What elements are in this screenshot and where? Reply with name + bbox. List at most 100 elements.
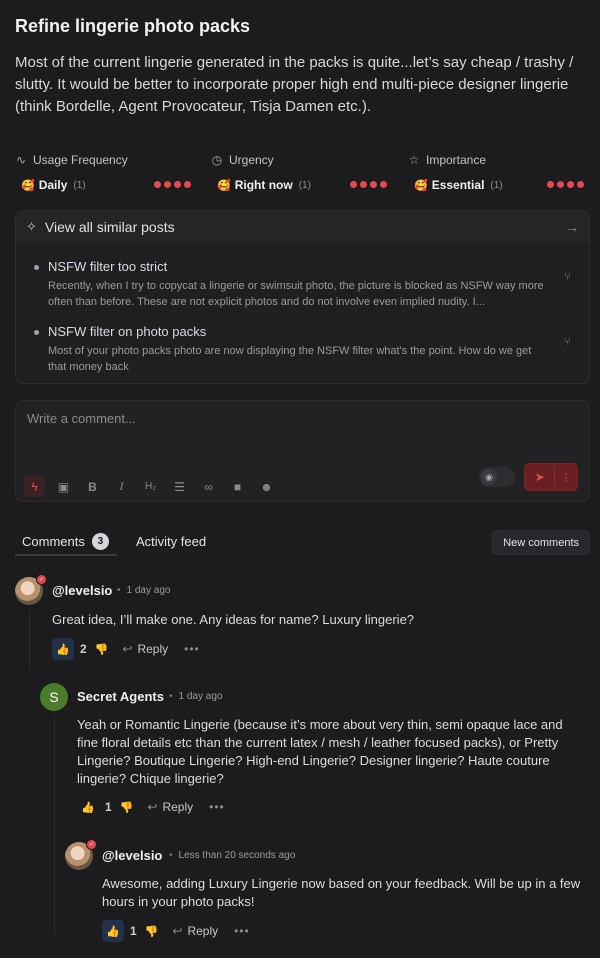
meta-urgency: ◷ Urgency 🥰 Right now (1) [211, 150, 393, 196]
meta-value: Daily [38, 178, 68, 192]
comment-tabs: Comments 3 Activity feed New comments [15, 528, 590, 556]
meta-value: Essential [431, 178, 485, 192]
editor-toolbar: ϟ ▣ B I H₂ ☰ ∞ ■ ☻ [24, 476, 277, 497]
merge-icon[interactable]: ⑂ [564, 336, 571, 348]
rating-dots [547, 181, 584, 188]
comment-author[interactable]: @levelsio [102, 848, 162, 863]
eye-icon: ◉ [481, 469, 497, 485]
meta-count: (1) [73, 179, 86, 191]
face-emoji-icon: 🥰 [21, 179, 35, 192]
meta-value-pill[interactable]: 🥰 Right now (1) [211, 174, 393, 196]
meta-value-pill[interactable]: 🥰 Daily (1) [15, 174, 197, 196]
clock-icon: ◷ [211, 153, 223, 167]
meta-label: Urgency [229, 153, 274, 167]
reply-button[interactable]: ↩ Reply [122, 642, 168, 656]
merge-icon[interactable]: ⑂ [564, 271, 571, 283]
meta-label: Importance [426, 153, 487, 167]
like-count: 1 [130, 924, 137, 938]
like-count: 2 [80, 642, 87, 656]
meta-value: Right now [234, 178, 293, 192]
italic-icon[interactable]: I [111, 476, 132, 497]
thumbs-up-icon[interactable]: 👍 [77, 796, 99, 818]
tab-activity-feed[interactable]: Activity feed [136, 528, 206, 554]
comment-actions: 👍 1 👎 ↩ Reply ••• [77, 796, 225, 818]
new-comments-button[interactable]: New comments [492, 530, 590, 555]
list-icon[interactable]: ☰ [169, 476, 190, 497]
more-options-button[interactable]: ••• [184, 642, 200, 656]
avatar[interactable]: ✓ [65, 839, 97, 870]
sparkle-icon: ✧ [26, 219, 37, 234]
comment-author[interactable]: @levelsio [52, 583, 112, 598]
comment-composer[interactable]: Write a comment... ϟ ▣ B I H₂ ☰ ∞ ■ ☻ ◉ … [15, 400, 590, 502]
emoji-icon[interactable]: ☻ [256, 476, 277, 497]
image-icon[interactable]: ▣ [53, 476, 74, 497]
meta-usage-frequency: ∿ Usage Frequency 🥰 Daily (1) [15, 150, 197, 196]
post-meta: ∿ Usage Frequency 🥰 Daily (1) ◷ Urgency 🥰 … [15, 150, 590, 202]
reply-label: Reply [162, 800, 194, 814]
tab-underline [15, 554, 117, 556]
reply-label: Reply [137, 642, 169, 656]
comment-count-badge: 3 [91, 532, 109, 550]
post-description: Most of the current lingerie generated i… [15, 54, 574, 115]
view-similar-posts-link[interactable]: ✧ View all similar posts → [16, 211, 589, 243]
rating-dots [350, 181, 387, 188]
reply-icon: ↩ [172, 924, 183, 938]
similar-post-body: Recently, when I try to copycat a linger… [48, 280, 544, 308]
comment-time: Less than 20 seconds ago [169, 850, 296, 861]
reply-button[interactable]: ↩ Reply [147, 800, 193, 814]
avatar[interactable]: ✓ [15, 574, 47, 605]
more-options-button[interactable]: ••• [209, 800, 225, 814]
rating-dots [154, 181, 191, 188]
more-vertical-icon[interactable]: ⋮ [555, 471, 577, 484]
thumbs-up-icon[interactable]: 👍 [102, 920, 124, 942]
comment: ✓ @levelsio 1 day ago Great idea, I’ll m… [15, 574, 590, 661]
meta-value-pill[interactable]: 🥰 Essential (1) [408, 174, 590, 196]
meta-label: Usage Frequency [33, 153, 128, 167]
thumbs-down-icon[interactable]: 👎 [145, 925, 159, 938]
similar-post-title: NSFW filter too strict [48, 259, 168, 274]
bullet-icon [34, 330, 39, 335]
thumbs-up-icon[interactable]: 👍 [52, 638, 74, 660]
more-options-button[interactable]: ••• [234, 924, 250, 938]
reply-button[interactable]: ↩ Reply [172, 924, 218, 938]
comment: ✓ @levelsio Less than 20 seconds ago Awe… [65, 839, 590, 942]
tab-label: Comments [22, 533, 85, 549]
thumbs-down-icon[interactable]: 👎 [120, 801, 134, 814]
comment-actions: 👍 1 👎 ↩ Reply ••• [102, 920, 250, 942]
similar-post-title: NSFW filter on photo packs [48, 324, 207, 339]
similar-heading: View all similar posts [44, 219, 175, 235]
meta-count: (1) [298, 179, 311, 191]
visibility-toggle[interactable]: ◉ [479, 467, 515, 487]
heading-icon[interactable]: H₂ [140, 476, 161, 497]
comment-time: 1 day ago [169, 691, 223, 702]
bullet-icon [34, 265, 39, 270]
arrow-right-icon: → [565, 219, 579, 235]
comment-input[interactable]: Write a comment... [27, 411, 136, 426]
send-icon: ➤ [534, 470, 545, 484]
comment-author[interactable]: Secret Agents [77, 689, 164, 704]
star-icon: ☆ [408, 153, 420, 167]
meta-count: (1) [490, 179, 503, 191]
tab-label: Activity feed [136, 533, 207, 549]
video-icon[interactable]: ■ [227, 476, 248, 497]
comment-body: Great idea, I’ll make one. Any ideas for… [52, 612, 415, 627]
meta-importance: ☆ Importance 🥰 Essential (1) [408, 150, 590, 196]
bold-icon[interactable]: B [82, 476, 103, 497]
comment-actions: 👍 2 👎 ↩ Reply ••• [52, 638, 200, 660]
pulse-icon: ∿ [15, 153, 27, 167]
comment-body: Yeah or Romantic Lingerie (because it’s … [77, 717, 563, 786]
link-icon[interactable]: ∞ [198, 476, 219, 497]
comment: S Secret Agents 1 day ago Yeah or Romant… [40, 683, 590, 823]
send-button[interactable]: ➤ ⋮ [524, 463, 578, 491]
tab-comments[interactable]: Comments 3 [22, 528, 109, 554]
thread-line [29, 610, 30, 670]
reply-label: Reply [187, 924, 219, 938]
comment-body: Awesome, adding Luxury Lingerie now base… [102, 876, 581, 909]
avatar[interactable]: S [40, 683, 68, 711]
lightning-icon[interactable]: ϟ [24, 476, 45, 497]
similar-post-body: Most of your photo packs photo are now d… [48, 345, 532, 373]
thumbs-down-icon[interactable]: 👎 [95, 643, 109, 656]
like-count: 1 [105, 800, 112, 814]
verified-icon: ✓ [86, 839, 97, 850]
reply-icon: ↩ [147, 800, 158, 814]
